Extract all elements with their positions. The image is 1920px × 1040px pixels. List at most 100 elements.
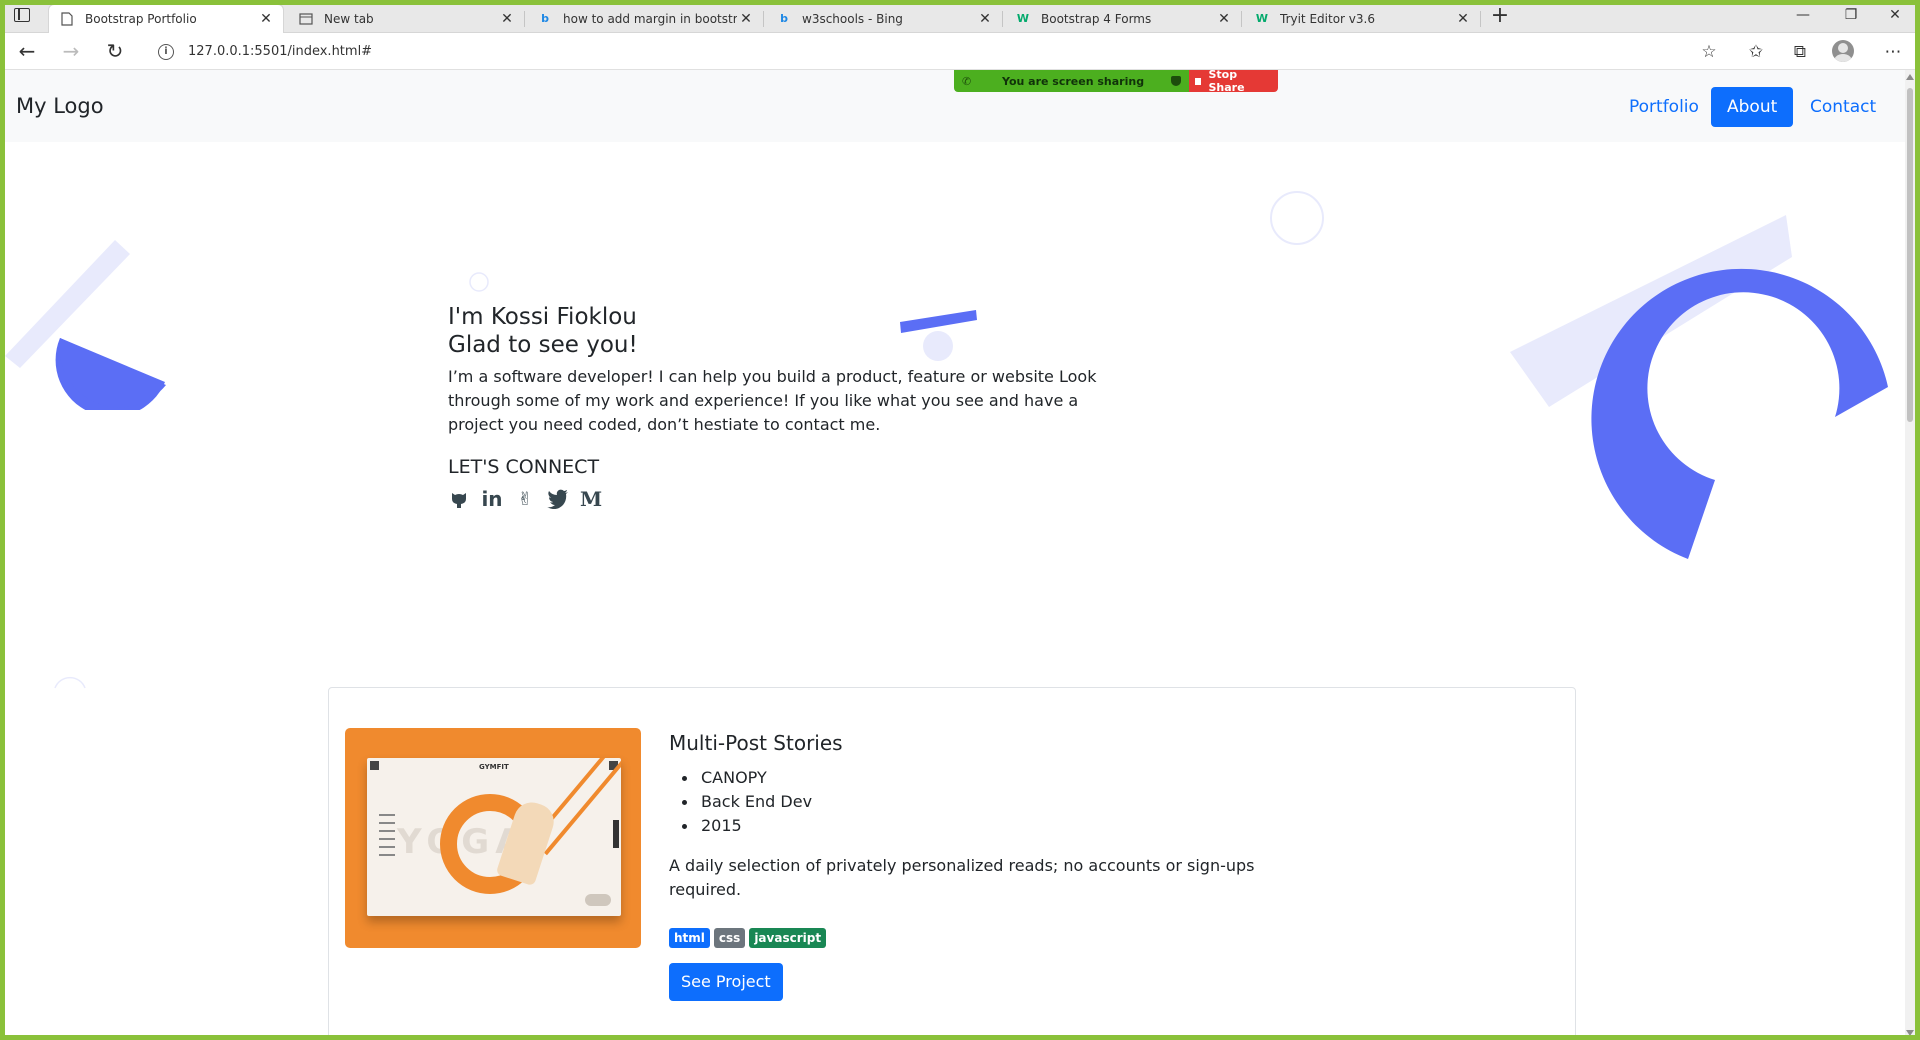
tab-separator (1002, 11, 1003, 27)
restore-button[interactable]: ❐ (1828, 4, 1874, 28)
social-links: in ✌ M (448, 487, 602, 511)
thumbnail-side-tab (613, 820, 619, 848)
tag-html: html (669, 928, 710, 948)
linkedin-icon[interactable]: in (481, 487, 503, 511)
bing-icon: b (780, 12, 788, 25)
tab-bootstrap-portfolio[interactable]: Bootstrap Portfolio ✕ (48, 4, 284, 33)
site-logo[interactable]: My Logo (16, 94, 104, 118)
window-close-button[interactable]: ✕ (1872, 4, 1918, 28)
github-icon[interactable] (448, 488, 470, 510)
nav-link-contact[interactable]: Contact (1794, 87, 1892, 127)
connect-heading: LET'S CONNECT (448, 456, 600, 478)
screen-share-banner: ✆ You are screen sharing Stop Share (954, 68, 1278, 94)
decor-bottom-circle (54, 676, 86, 689)
thumbnail-side-menu (379, 814, 399, 862)
project-tags: html css javascript (669, 928, 827, 948)
decor-circle-outline (1270, 191, 1324, 245)
tab-title: New tab (324, 11, 374, 26)
tab-actions-icon[interactable] (14, 8, 30, 22)
project-card: GYMFIT YOGA Multi-Post Stories CANOPY Ba… (328, 687, 1576, 1040)
project-title: Multi-Post Stories (669, 731, 843, 755)
project-details: CANOPY Back End Dev 2015 (669, 766, 812, 838)
stop-share-button[interactable]: Stop Share (1189, 68, 1278, 94)
decor-small-circle (469, 272, 489, 292)
tab-title: w3schools - Bing (802, 11, 903, 26)
newtab-icon (298, 11, 314, 27)
scroll-down-icon[interactable] (1906, 1030, 1914, 1036)
tab-separator (763, 11, 764, 27)
page-icon (59, 11, 75, 27)
close-icon[interactable]: ✕ (976, 11, 994, 27)
project-role: Back End Dev (669, 790, 812, 814)
screen-share-message: You are screen sharing (1002, 74, 1145, 88)
thumbnail-stripe (543, 760, 621, 856)
site-info-icon[interactable]: i (158, 43, 174, 60)
hero-greeting: Glad to see you! (448, 332, 638, 358)
project-description: A daily selection of privately personali… (669, 856, 1255, 899)
bing-icon: b (541, 12, 549, 25)
stop-share-label: Stop Share (1208, 68, 1245, 94)
address-text: 127.0.0.1:5501/index.html# (188, 44, 373, 59)
project-thumbnail[interactable]: GYMFIT YOGA (345, 728, 641, 948)
phone-icon: ✆ (962, 74, 972, 88)
add-favorite-icon[interactable]: ☆ (1696, 39, 1722, 65)
tag-javascript: javascript (749, 928, 827, 948)
project-year: 2015 (669, 814, 812, 838)
nav-link-about[interactable]: About (1711, 87, 1794, 127)
back-button[interactable]: ← (14, 39, 40, 65)
thumbnail-dots (585, 894, 611, 906)
hero-name: I'm Kossi Fioklou (448, 304, 637, 330)
new-tab-button[interactable]: + (1486, 4, 1514, 30)
close-icon[interactable]: ✕ (498, 11, 516, 27)
tab-title: Tryit Editor v3.6 (1280, 11, 1375, 26)
decor-center-shapes (900, 310, 977, 361)
medium-icon[interactable]: M (580, 487, 602, 511)
tab-tryit-editor[interactable]: W Tryit Editor v3.6 ✕ (1244, 4, 1481, 33)
shield-icon (1171, 76, 1181, 86)
thumbnail-screen: GYMFIT YOGA (367, 758, 621, 916)
close-icon[interactable]: ✕ (257, 11, 275, 27)
thumbnail-brand: GYMFIT (479, 763, 509, 771)
address-bar[interactable]: i 127.0.0.1:5501/index.html# (142, 37, 1702, 66)
browser-toolbar: ← → ↻ i 127.0.0.1:5501/index.html# ☆ ✩ ⧉… (0, 33, 1920, 70)
page-scrollbar[interactable] (1905, 70, 1915, 1040)
project-client: CANOPY (669, 766, 812, 790)
nav-link-portfolio[interactable]: Portfolio (1613, 87, 1715, 127)
collections-icon[interactable]: ⧉ (1787, 39, 1813, 65)
profile-avatar[interactable] (1832, 40, 1854, 62)
tab-separator (524, 11, 525, 27)
close-icon[interactable]: ✕ (737, 11, 755, 27)
decor-right-arc (1510, 215, 1888, 559)
tab-title: how to add margin in bootstrap (563, 11, 737, 26)
tab-w3schools-bing[interactable]: b w3schools - Bing ✕ (766, 4, 1003, 33)
forward-button[interactable]: → (58, 39, 84, 65)
screen-share-status: ✆ You are screen sharing (954, 70, 1189, 92)
close-icon[interactable]: ✕ (1454, 11, 1472, 27)
stop-icon (1195, 77, 1202, 85)
tab-title: Bootstrap Portfolio (85, 12, 197, 26)
decor-left-shapes (5, 240, 166, 410)
w3schools-icon: W (1016, 12, 1030, 25)
tab-strip: Bootstrap Portfolio ✕ New tab ✕ b how to… (0, 0, 1920, 33)
tab-separator (1241, 11, 1242, 27)
twitter-icon[interactable] (547, 488, 569, 510)
thumbnail-menu-icon (370, 761, 379, 770)
minimize-button[interactable]: — (1780, 4, 1826, 28)
page-viewport: My Logo Portfolio About Contact I'm Koss… (5, 70, 1905, 1040)
refresh-button[interactable]: ↻ (102, 39, 128, 65)
tab-how-to-add-margin[interactable]: b how to add margin in bootstrap ✕ (527, 4, 764, 33)
tag-css: css (713, 928, 746, 948)
w3schools-icon: W (1255, 12, 1269, 25)
scroll-thumb[interactable] (1907, 88, 1913, 422)
close-icon[interactable]: ✕ (1215, 11, 1233, 27)
tab-bootstrap-4-forms[interactable]: W Bootstrap 4 Forms ✕ (1005, 4, 1242, 33)
see-project-button[interactable]: See Project (669, 963, 783, 1001)
tab-new-tab[interactable]: New tab ✕ (288, 4, 525, 33)
favorites-icon[interactable]: ✩ (1743, 39, 1769, 65)
tab-separator (1480, 11, 1481, 27)
hero-heading: I'm Kossi Fioklou Glad to see you! (448, 303, 638, 359)
settings-menu-icon[interactable]: ⋯ (1880, 39, 1906, 65)
scroll-up-icon[interactable] (1906, 74, 1914, 80)
angellist-icon[interactable]: ✌ (514, 488, 536, 510)
hero-description: I’m a software developer! I can help you… (448, 367, 1097, 434)
